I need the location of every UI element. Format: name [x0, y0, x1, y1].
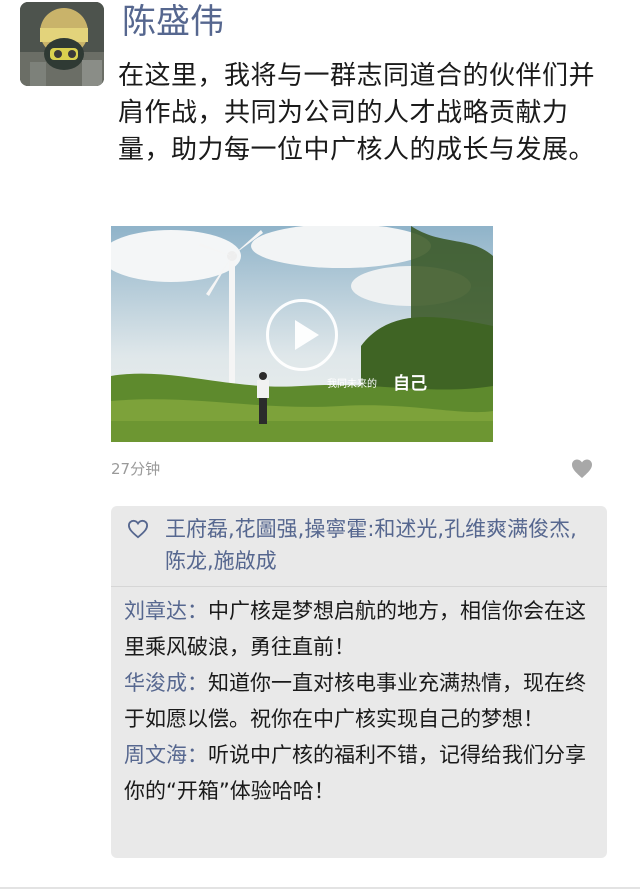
comment-item[interactable]: 刘章达：中广核是梦想启航的地方，相信你会在这里乘风破浪，勇往直前！ — [124, 593, 596, 665]
comment-list: 刘章达：中广核是梦想启航的地方，相信你会在这里乘风破浪，勇往直前！ 华浚成：知道… — [124, 593, 596, 809]
timestamp: 27分钟 — [111, 460, 161, 478]
commenter-name[interactable]: 华浚成 — [124, 671, 187, 695]
comment-item[interactable]: 华浚成：知道你一直对核电事业充满热情，现在终于如愿以偿。祝你在中广核实现自己的梦… — [124, 665, 596, 737]
avatar[interactable] — [20, 2, 104, 86]
commenter-name[interactable]: 周文海 — [124, 743, 187, 767]
comment-item[interactable]: 周文海：听说中广核的福利不错，记得给我们分享你的“开箱”体验哈哈！ — [124, 737, 596, 809]
post-text: 在这里，我将与一群志同道合的伙伴们并肩作战，共同为公司的人才战略贡献力量，助力每… — [118, 61, 596, 165]
commenter-name[interactable]: 刘章达 — [124, 599, 187, 623]
comment-box: 王府磊,花圖强,操寧霍:和述光,孔维爽满俊杰,陈龙,施啟成 刘章达：中广核是梦想… — [111, 506, 607, 858]
divider — [0, 887, 640, 889]
likes-row: 王府磊,花圖强,操寧霍:和述光,孔维爽满俊杰,陈龙,施啟成 — [111, 506, 607, 587]
avatar-image — [20, 2, 104, 86]
author-name[interactable]: 陈盛伟 — [122, 0, 224, 44]
comment-separator: ： — [187, 743, 208, 767]
heart-filled-icon[interactable] — [570, 457, 594, 481]
comment-separator: ： — [187, 671, 208, 695]
likes-names[interactable]: 王府磊,花圖强,操寧霍:和述光,孔维爽满俊杰,陈龙,施啟成 — [165, 513, 595, 577]
video-caption-small: 我同未来的 — [327, 379, 377, 390]
video-thumbnail[interactable]: 我同未来的 自己 — [111, 226, 493, 442]
play-icon[interactable] — [266, 299, 338, 371]
video-caption-large: 自己 — [393, 374, 427, 394]
comment-separator: ： — [187, 599, 208, 623]
heart-outline-icon — [127, 519, 149, 539]
